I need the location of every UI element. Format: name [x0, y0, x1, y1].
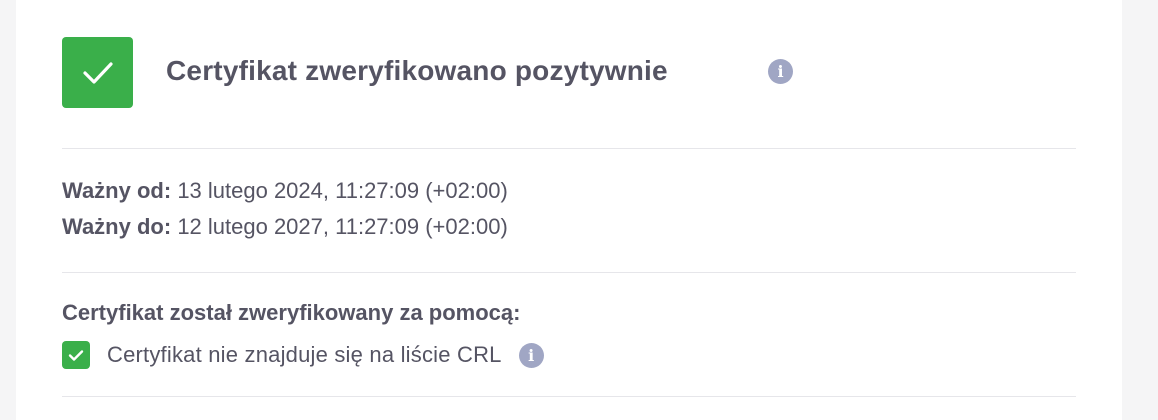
success-status-icon: [62, 37, 133, 108]
certificate-card: Certyfikat zweryfikowano pozytywnie i Wa…: [16, 0, 1122, 420]
verification-methods-heading: Certyfikat został zweryfikowany za pomoc…: [62, 300, 521, 325]
valid-to-label: Ważny do:: [62, 214, 172, 239]
divider: [62, 148, 1076, 149]
checkbox-checked-icon: [62, 341, 90, 369]
valid-to-value: 12 lutego 2027, 11:27:09 (+02:00): [177, 214, 508, 239]
valid-to-row: Ważny do: 12 lutego 2027, 11:27:09 (+02:…: [62, 209, 508, 245]
divider: [62, 396, 1076, 397]
valid-from-label: Ważny od:: [62, 178, 172, 203]
validity-period: Ważny od: 13 lutego 2024, 11:27:09 (+02:…: [62, 173, 508, 245]
valid-from-row: Ważny od: 13 lutego 2024, 11:27:09 (+02:…: [62, 173, 508, 209]
verification-header: Certyfikat zweryfikowano pozytywnie i: [62, 37, 1076, 108]
valid-from-value: 13 lutego 2024, 11:27:09 (+02:00): [177, 178, 508, 203]
verification-title: Certyfikat zweryfikowano pozytywnie: [166, 55, 668, 86]
verification-item-crl: Certyfikat nie znajduje się na liście CR…: [62, 338, 544, 372]
check-icon: [68, 349, 84, 361]
check-icon: [82, 61, 113, 84]
info-icon[interactable]: i: [768, 59, 793, 84]
verification-item-label: Certyfikat nie znajduje się na liście CR…: [107, 342, 502, 367]
info-icon[interactable]: i: [518, 342, 544, 368]
divider: [62, 272, 1076, 273]
